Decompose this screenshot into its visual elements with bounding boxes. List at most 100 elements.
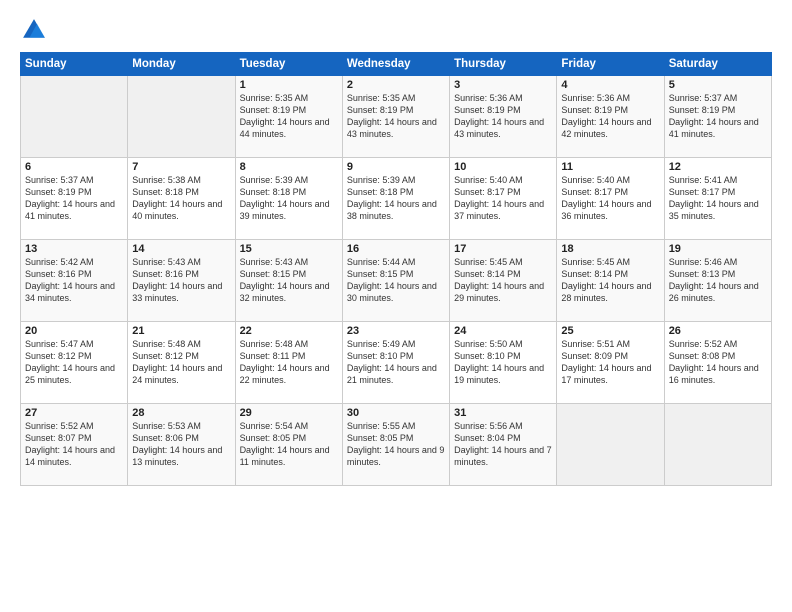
calendar-cell: 7Sunrise: 5:38 AM Sunset: 8:18 PM Daylig… bbox=[128, 158, 235, 240]
weekday-header-monday: Monday bbox=[128, 53, 235, 76]
day-detail: Sunrise: 5:35 AM Sunset: 8:19 PM Dayligh… bbox=[347, 92, 445, 141]
calendar-week-3: 13Sunrise: 5:42 AM Sunset: 8:16 PM Dayli… bbox=[21, 240, 772, 322]
day-detail: Sunrise: 5:40 AM Sunset: 8:17 PM Dayligh… bbox=[454, 174, 552, 223]
weekday-header-row: SundayMondayTuesdayWednesdayThursdayFrid… bbox=[21, 53, 772, 76]
day-detail: Sunrise: 5:56 AM Sunset: 8:04 PM Dayligh… bbox=[454, 420, 552, 469]
day-detail: Sunrise: 5:37 AM Sunset: 8:19 PM Dayligh… bbox=[25, 174, 123, 223]
calendar-cell: 30Sunrise: 5:55 AM Sunset: 8:05 PM Dayli… bbox=[342, 404, 449, 486]
calendar-cell: 13Sunrise: 5:42 AM Sunset: 8:16 PM Dayli… bbox=[21, 240, 128, 322]
day-detail: Sunrise: 5:48 AM Sunset: 8:12 PM Dayligh… bbox=[132, 338, 230, 387]
day-detail: Sunrise: 5:50 AM Sunset: 8:10 PM Dayligh… bbox=[454, 338, 552, 387]
day-detail: Sunrise: 5:36 AM Sunset: 8:19 PM Dayligh… bbox=[561, 92, 659, 141]
day-number: 15 bbox=[240, 243, 338, 255]
calendar-week-5: 27Sunrise: 5:52 AM Sunset: 8:07 PM Dayli… bbox=[21, 404, 772, 486]
calendar-cell bbox=[128, 76, 235, 158]
day-detail: Sunrise: 5:43 AM Sunset: 8:15 PM Dayligh… bbox=[240, 256, 338, 305]
page: SundayMondayTuesdayWednesdayThursdayFrid… bbox=[0, 0, 792, 612]
calendar-cell: 10Sunrise: 5:40 AM Sunset: 8:17 PM Dayli… bbox=[450, 158, 557, 240]
day-number: 10 bbox=[454, 161, 552, 173]
day-number: 23 bbox=[347, 325, 445, 337]
day-detail: Sunrise: 5:53 AM Sunset: 8:06 PM Dayligh… bbox=[132, 420, 230, 469]
day-detail: Sunrise: 5:39 AM Sunset: 8:18 PM Dayligh… bbox=[347, 174, 445, 223]
day-detail: Sunrise: 5:37 AM Sunset: 8:19 PM Dayligh… bbox=[669, 92, 767, 141]
day-number: 11 bbox=[561, 161, 659, 173]
day-detail: Sunrise: 5:35 AM Sunset: 8:19 PM Dayligh… bbox=[240, 92, 338, 141]
day-number: 9 bbox=[347, 161, 445, 173]
day-number: 22 bbox=[240, 325, 338, 337]
calendar-cell: 4Sunrise: 5:36 AM Sunset: 8:19 PM Daylig… bbox=[557, 76, 664, 158]
calendar-cell: 1Sunrise: 5:35 AM Sunset: 8:19 PM Daylig… bbox=[235, 76, 342, 158]
calendar-cell: 25Sunrise: 5:51 AM Sunset: 8:09 PM Dayli… bbox=[557, 322, 664, 404]
day-number: 25 bbox=[561, 325, 659, 337]
calendar-cell: 23Sunrise: 5:49 AM Sunset: 8:10 PM Dayli… bbox=[342, 322, 449, 404]
day-number: 7 bbox=[132, 161, 230, 173]
calendar-cell: 20Sunrise: 5:47 AM Sunset: 8:12 PM Dayli… bbox=[21, 322, 128, 404]
weekday-header-wednesday: Wednesday bbox=[342, 53, 449, 76]
day-number: 1 bbox=[240, 79, 338, 91]
day-detail: Sunrise: 5:45 AM Sunset: 8:14 PM Dayligh… bbox=[454, 256, 552, 305]
day-number: 21 bbox=[132, 325, 230, 337]
day-number: 14 bbox=[132, 243, 230, 255]
calendar-week-1: 1Sunrise: 5:35 AM Sunset: 8:19 PM Daylig… bbox=[21, 76, 772, 158]
day-detail: Sunrise: 5:47 AM Sunset: 8:12 PM Dayligh… bbox=[25, 338, 123, 387]
calendar-cell: 21Sunrise: 5:48 AM Sunset: 8:12 PM Dayli… bbox=[128, 322, 235, 404]
calendar: SundayMondayTuesdayWednesdayThursdayFrid… bbox=[20, 52, 772, 486]
day-number: 31 bbox=[454, 407, 552, 419]
day-detail: Sunrise: 5:42 AM Sunset: 8:16 PM Dayligh… bbox=[25, 256, 123, 305]
header bbox=[20, 16, 772, 44]
calendar-cell: 14Sunrise: 5:43 AM Sunset: 8:16 PM Dayli… bbox=[128, 240, 235, 322]
calendar-cell: 22Sunrise: 5:48 AM Sunset: 8:11 PM Dayli… bbox=[235, 322, 342, 404]
day-number: 16 bbox=[347, 243, 445, 255]
weekday-header-thursday: Thursday bbox=[450, 53, 557, 76]
day-detail: Sunrise: 5:51 AM Sunset: 8:09 PM Dayligh… bbox=[561, 338, 659, 387]
day-number: 4 bbox=[561, 79, 659, 91]
day-number: 17 bbox=[454, 243, 552, 255]
day-number: 2 bbox=[347, 79, 445, 91]
day-number: 6 bbox=[25, 161, 123, 173]
calendar-cell: 24Sunrise: 5:50 AM Sunset: 8:10 PM Dayli… bbox=[450, 322, 557, 404]
calendar-cell: 28Sunrise: 5:53 AM Sunset: 8:06 PM Dayli… bbox=[128, 404, 235, 486]
calendar-cell bbox=[557, 404, 664, 486]
day-number: 3 bbox=[454, 79, 552, 91]
calendar-cell: 16Sunrise: 5:44 AM Sunset: 8:15 PM Dayli… bbox=[342, 240, 449, 322]
day-number: 20 bbox=[25, 325, 123, 337]
calendar-cell: 2Sunrise: 5:35 AM Sunset: 8:19 PM Daylig… bbox=[342, 76, 449, 158]
logo bbox=[20, 16, 52, 44]
day-number: 27 bbox=[25, 407, 123, 419]
calendar-cell: 11Sunrise: 5:40 AM Sunset: 8:17 PM Dayli… bbox=[557, 158, 664, 240]
weekday-header-tuesday: Tuesday bbox=[235, 53, 342, 76]
day-number: 29 bbox=[240, 407, 338, 419]
calendar-cell: 12Sunrise: 5:41 AM Sunset: 8:17 PM Dayli… bbox=[664, 158, 771, 240]
calendar-cell: 6Sunrise: 5:37 AM Sunset: 8:19 PM Daylig… bbox=[21, 158, 128, 240]
day-number: 8 bbox=[240, 161, 338, 173]
calendar-cell: 9Sunrise: 5:39 AM Sunset: 8:18 PM Daylig… bbox=[342, 158, 449, 240]
calendar-cell: 15Sunrise: 5:43 AM Sunset: 8:15 PM Dayli… bbox=[235, 240, 342, 322]
logo-icon bbox=[20, 16, 48, 44]
calendar-cell bbox=[664, 404, 771, 486]
day-detail: Sunrise: 5:41 AM Sunset: 8:17 PM Dayligh… bbox=[669, 174, 767, 223]
day-detail: Sunrise: 5:54 AM Sunset: 8:05 PM Dayligh… bbox=[240, 420, 338, 469]
calendar-week-2: 6Sunrise: 5:37 AM Sunset: 8:19 PM Daylig… bbox=[21, 158, 772, 240]
day-detail: Sunrise: 5:39 AM Sunset: 8:18 PM Dayligh… bbox=[240, 174, 338, 223]
day-detail: Sunrise: 5:44 AM Sunset: 8:15 PM Dayligh… bbox=[347, 256, 445, 305]
calendar-cell: 18Sunrise: 5:45 AM Sunset: 8:14 PM Dayli… bbox=[557, 240, 664, 322]
calendar-week-4: 20Sunrise: 5:47 AM Sunset: 8:12 PM Dayli… bbox=[21, 322, 772, 404]
day-number: 28 bbox=[132, 407, 230, 419]
day-detail: Sunrise: 5:45 AM Sunset: 8:14 PM Dayligh… bbox=[561, 256, 659, 305]
calendar-cell: 19Sunrise: 5:46 AM Sunset: 8:13 PM Dayli… bbox=[664, 240, 771, 322]
day-detail: Sunrise: 5:38 AM Sunset: 8:18 PM Dayligh… bbox=[132, 174, 230, 223]
day-detail: Sunrise: 5:36 AM Sunset: 8:19 PM Dayligh… bbox=[454, 92, 552, 141]
day-detail: Sunrise: 5:55 AM Sunset: 8:05 PM Dayligh… bbox=[347, 420, 445, 469]
calendar-cell: 17Sunrise: 5:45 AM Sunset: 8:14 PM Dayli… bbox=[450, 240, 557, 322]
weekday-header-friday: Friday bbox=[557, 53, 664, 76]
day-number: 19 bbox=[669, 243, 767, 255]
day-detail: Sunrise: 5:52 AM Sunset: 8:07 PM Dayligh… bbox=[25, 420, 123, 469]
day-number: 26 bbox=[669, 325, 767, 337]
calendar-cell: 3Sunrise: 5:36 AM Sunset: 8:19 PM Daylig… bbox=[450, 76, 557, 158]
day-number: 12 bbox=[669, 161, 767, 173]
weekday-header-saturday: Saturday bbox=[664, 53, 771, 76]
calendar-cell: 5Sunrise: 5:37 AM Sunset: 8:19 PM Daylig… bbox=[664, 76, 771, 158]
day-detail: Sunrise: 5:48 AM Sunset: 8:11 PM Dayligh… bbox=[240, 338, 338, 387]
weekday-header-sunday: Sunday bbox=[21, 53, 128, 76]
calendar-cell: 26Sunrise: 5:52 AM Sunset: 8:08 PM Dayli… bbox=[664, 322, 771, 404]
